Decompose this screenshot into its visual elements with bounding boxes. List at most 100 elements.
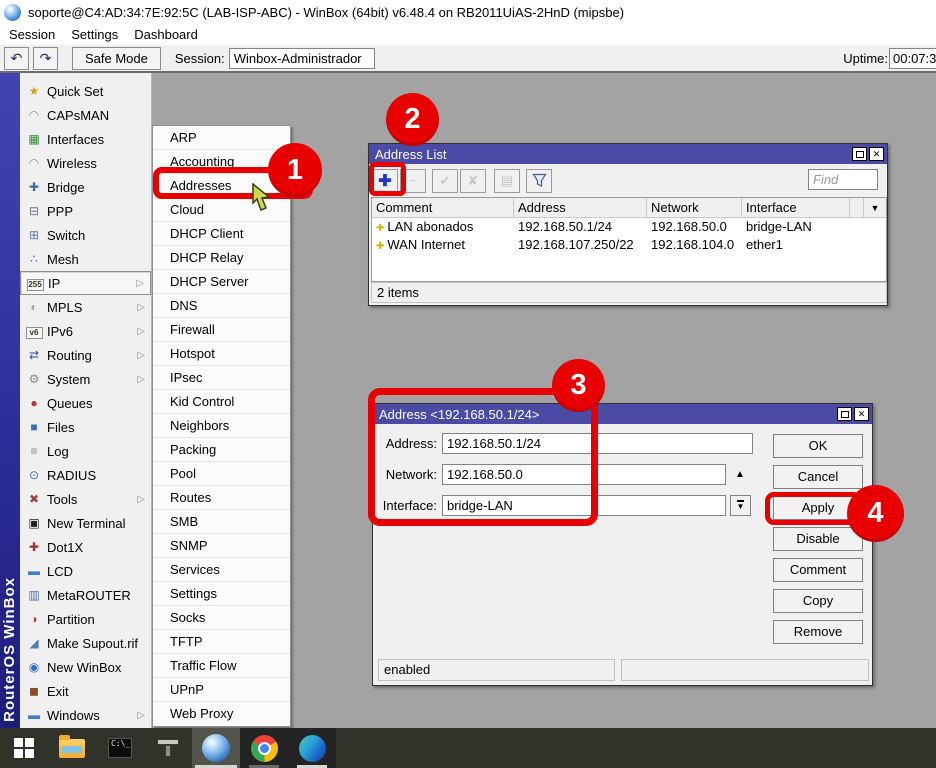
sidebar-item-wireless[interactable]: ◠Wireless — [20, 151, 151, 175]
sidebar-item-radius[interactable]: ⊙RADIUS — [20, 463, 151, 487]
address-list-status: 2 items — [371, 282, 887, 303]
menu-dashboard[interactable]: Dashboard — [134, 27, 198, 42]
comment-button[interactable]: Comment — [773, 558, 863, 582]
submenu-item-firewall[interactable]: Firewall — [153, 318, 290, 342]
taskbar-utility-app[interactable] — [144, 728, 192, 768]
submenu-item-arp[interactable]: ARP — [153, 126, 290, 150]
column-header-network[interactable]: Network — [647, 198, 742, 217]
submenu-item-dhcp-relay[interactable]: DHCP Relay — [153, 246, 290, 270]
table-row[interactable]: ✚LAN abonados192.168.50.1/24192.168.50.0… — [372, 218, 886, 236]
sidebar-item-capsman[interactable]: ◠CAPsMAN — [20, 103, 151, 127]
session-field[interactable] — [229, 48, 375, 69]
sidebar-item-label: Routing — [47, 348, 92, 363]
sidebar-item-ipv6[interactable]: v6IPv6▷ — [20, 319, 151, 343]
taskbar-edge[interactable] — [288, 728, 336, 768]
sidebar-item-switch[interactable]: ⊞Switch — [20, 223, 151, 247]
sidebar-item-system[interactable]: ⚙System▷ — [20, 367, 151, 391]
sidebar-item-log[interactable]: ≡Log — [20, 439, 151, 463]
sidebar-item-tools[interactable]: ✖Tools▷ — [20, 487, 151, 511]
start-button[interactable] — [0, 728, 48, 768]
sidebar-item-label: System — [47, 372, 90, 387]
submenu-item-kid-control[interactable]: Kid Control — [153, 390, 290, 414]
sidebar-item-partition[interactable]: ◑Partition — [20, 607, 151, 631]
safe-mode-button[interactable]: Safe Mode — [72, 47, 161, 70]
sidebar-item-windows[interactable]: ▬Windows▷ — [20, 703, 151, 727]
sidebar-item-interfaces[interactable]: ▦Interfaces — [20, 127, 151, 151]
sidebar-item-metarouter[interactable]: ▥MetaROUTER — [20, 583, 151, 607]
copy-button[interactable]: Copy — [773, 589, 863, 613]
submenu-item-routes[interactable]: Routes — [153, 486, 290, 510]
close-icon[interactable]: ✕ — [854, 407, 869, 421]
submenu-item-dhcp-client[interactable]: DHCP Client — [153, 222, 290, 246]
column-dropdown-icon[interactable]: ▼ — [864, 198, 886, 217]
sidebar-item-files[interactable]: ■Files — [20, 415, 151, 439]
sidebar-item-queues[interactable]: ●Queues — [20, 391, 151, 415]
column-header-address[interactable]: Address — [514, 198, 647, 217]
sidebar-item-mpls[interactable]: ◐MPLS▷ — [20, 295, 151, 319]
ok-button[interactable]: OK — [773, 434, 863, 458]
add-button[interactable]: ✚ — [372, 169, 398, 193]
taskbar-winbox[interactable] — [192, 728, 240, 768]
taskbar-file-explorer[interactable] — [48, 728, 96, 768]
submenu-item-upnp[interactable]: UPnP — [153, 678, 290, 702]
submenu-item-smb[interactable]: SMB — [153, 510, 290, 534]
table-row[interactable]: ✚WAN Internet192.168.107.250/22192.168.1… — [372, 236, 886, 254]
sidebar-item-quick-set[interactable]: ★Quick Set — [20, 79, 151, 103]
sidebar-item-lcd[interactable]: ▬LCD — [20, 559, 151, 583]
submenu-item-neighbors[interactable]: Neighbors — [153, 414, 290, 438]
submenu-item-pool[interactable]: Pool — [153, 462, 290, 486]
disable-button[interactable]: ✘ — [460, 169, 486, 193]
submenu-item-tftp[interactable]: TFTP — [153, 630, 290, 654]
windows-icon: ▬ — [24, 708, 44, 722]
submenu-item-settings[interactable]: Settings — [153, 582, 290, 606]
taskbar-command-prompt[interactable]: C:\_ — [96, 728, 144, 768]
interface-dropdown-button[interactable]: ▼ — [730, 495, 751, 516]
submenu-item-traffic-flow[interactable]: Traffic Flow — [153, 654, 290, 678]
submenu-item-snmp[interactable]: SNMP — [153, 534, 290, 558]
submenu-item-socks[interactable]: Socks — [153, 606, 290, 630]
collapse-up-icon[interactable]: ▲ — [735, 469, 745, 480]
taskbar-chrome[interactable] — [240, 728, 288, 768]
terminal-icon: ▣ — [24, 516, 44, 530]
filter-button[interactable] — [526, 169, 552, 193]
column-header-interface[interactable]: Interface — [742, 198, 850, 217]
sidebar-item-mesh[interactable]: ∴Mesh — [20, 247, 151, 271]
maximize-icon[interactable] — [837, 407, 852, 421]
address-list-titlebar[interactable]: Address List — [369, 144, 887, 164]
field-input-network[interactable] — [442, 464, 726, 485]
sidebar-item-bridge[interactable]: ✚Bridge — [20, 175, 151, 199]
menu-session[interactable]: Session — [9, 27, 55, 42]
column-header-comment[interactable]: Comment — [372, 198, 514, 217]
sidebar-item-ip[interactable]: 255IP▷ — [20, 271, 151, 295]
sidebar-item-routing[interactable]: ⇄Routing▷ — [20, 343, 151, 367]
submenu-item-web-proxy[interactable]: Web Proxy — [153, 702, 290, 726]
sidebar-item-new-terminal[interactable]: ▣New Terminal — [20, 511, 151, 535]
submenu-item-ipsec[interactable]: IPsec — [153, 366, 290, 390]
cell-network: 192.168.50.0 — [647, 218, 742, 236]
field-input-address[interactable] — [442, 433, 753, 454]
submenu-item-hotspot[interactable]: Hotspot — [153, 342, 290, 366]
submenu-item-dhcp-server[interactable]: DHCP Server — [153, 270, 290, 294]
field-input-interface[interactable] — [442, 495, 726, 516]
maximize-icon[interactable] — [852, 147, 867, 161]
cancel-button[interactable]: Cancel — [773, 465, 863, 489]
sidebar-item-exit[interactable]: ◼Exit — [20, 679, 151, 703]
submenu-item-services[interactable]: Services — [153, 558, 290, 582]
remove-button[interactable]: Remove — [773, 620, 863, 644]
find-input[interactable] — [808, 169, 878, 190]
remove-button[interactable]: − — [400, 169, 426, 193]
close-icon[interactable]: ✕ — [869, 147, 884, 161]
redo-button[interactable]: ↷ — [33, 47, 58, 70]
disable-button[interactable]: Disable — [773, 527, 863, 551]
comment-button[interactable]: ▤ — [494, 169, 520, 193]
sidebar-item-new-winbox[interactable]: ◉New WinBox — [20, 655, 151, 679]
submenu-item-packing[interactable]: Packing — [153, 438, 290, 462]
submenu-item-dns[interactable]: DNS — [153, 294, 290, 318]
sidebar-item-make-supout-rif[interactable]: ◢Make Supout.rif — [20, 631, 151, 655]
undo-button[interactable]: ↶ — [4, 47, 29, 70]
address-dialog-titlebar[interactable]: Address <192.168.50.1/24> — [373, 404, 872, 424]
sidebar-item-ppp[interactable]: ⊟PPP — [20, 199, 151, 223]
menu-settings[interactable]: Settings — [71, 27, 118, 42]
enable-button[interactable]: ✔ — [432, 169, 458, 193]
sidebar-item-dot1x[interactable]: ✚Dot1X — [20, 535, 151, 559]
